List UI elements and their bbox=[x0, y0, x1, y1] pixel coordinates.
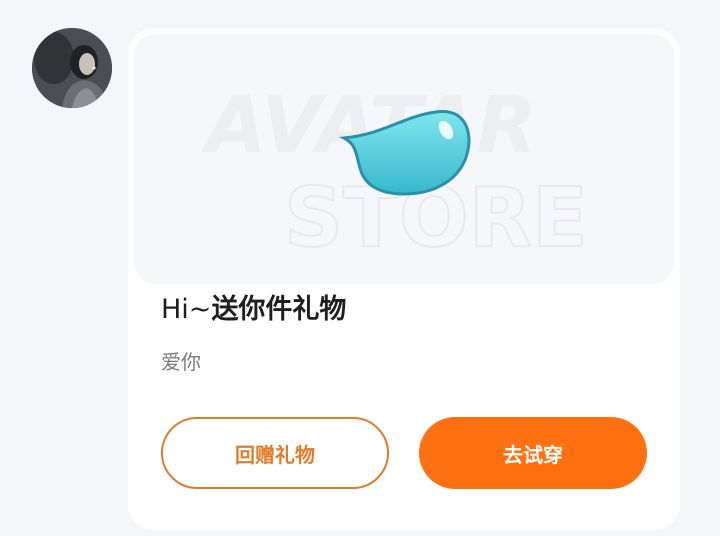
gift-card: AVATAR STORE Hi~送你件礼物 爱你 回赠礼物 去试穿 bbox=[128, 28, 680, 530]
gift-message: 爱你 bbox=[161, 350, 201, 374]
gift-title-prefix: Hi~ bbox=[161, 294, 212, 325]
return-gift-button[interactable]: 回赠礼物 bbox=[161, 417, 389, 489]
gift-title-main: 送你件礼物 bbox=[211, 294, 347, 325]
sender-avatar[interactable] bbox=[32, 28, 112, 108]
gift-banner-art: AVATAR STORE bbox=[200, 81, 589, 267]
avatar-photo bbox=[32, 28, 112, 108]
gift-banner: AVATAR STORE bbox=[134, 34, 674, 284]
try-on-button[interactable]: 去试穿 bbox=[419, 417, 647, 489]
gift-title: Hi~送你件礼物 bbox=[161, 290, 346, 330]
